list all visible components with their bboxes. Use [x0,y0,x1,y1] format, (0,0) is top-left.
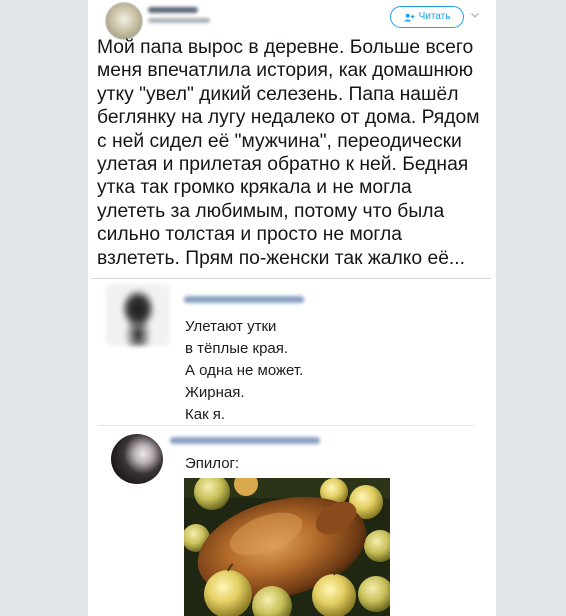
divider [98,425,474,426]
author-avatar[interactable] [105,2,143,40]
page-background-left [0,0,88,616]
chevron-down-icon[interactable] [470,10,480,20]
reply-author-blurred[interactable] [170,437,320,444]
author-name-blurred[interactable] [148,7,198,13]
divider [91,278,491,279]
page-background-right [496,0,566,616]
reply-text: Эпилог: [185,455,240,472]
tweet-text: Мой папа вырос в деревне. Больше всего м… [97,37,480,269]
reply-author-blurred[interactable] [184,296,304,303]
tweet-card: Читать Мой папа вырос в деревне. Больше … [88,0,496,616]
reply-text: Улетают утки в тёплые края. А одна не мо… [185,318,304,423]
follow-label: Читать [418,11,451,22]
author-handle-blurred[interactable] [148,18,210,23]
add-user-icon [404,13,415,22]
roast-duck-photo[interactable] [184,478,390,616]
follow-button[interactable]: Читать [390,6,464,28]
reply-avatar-blurred[interactable] [106,284,170,346]
reply-avatar[interactable] [111,434,163,484]
